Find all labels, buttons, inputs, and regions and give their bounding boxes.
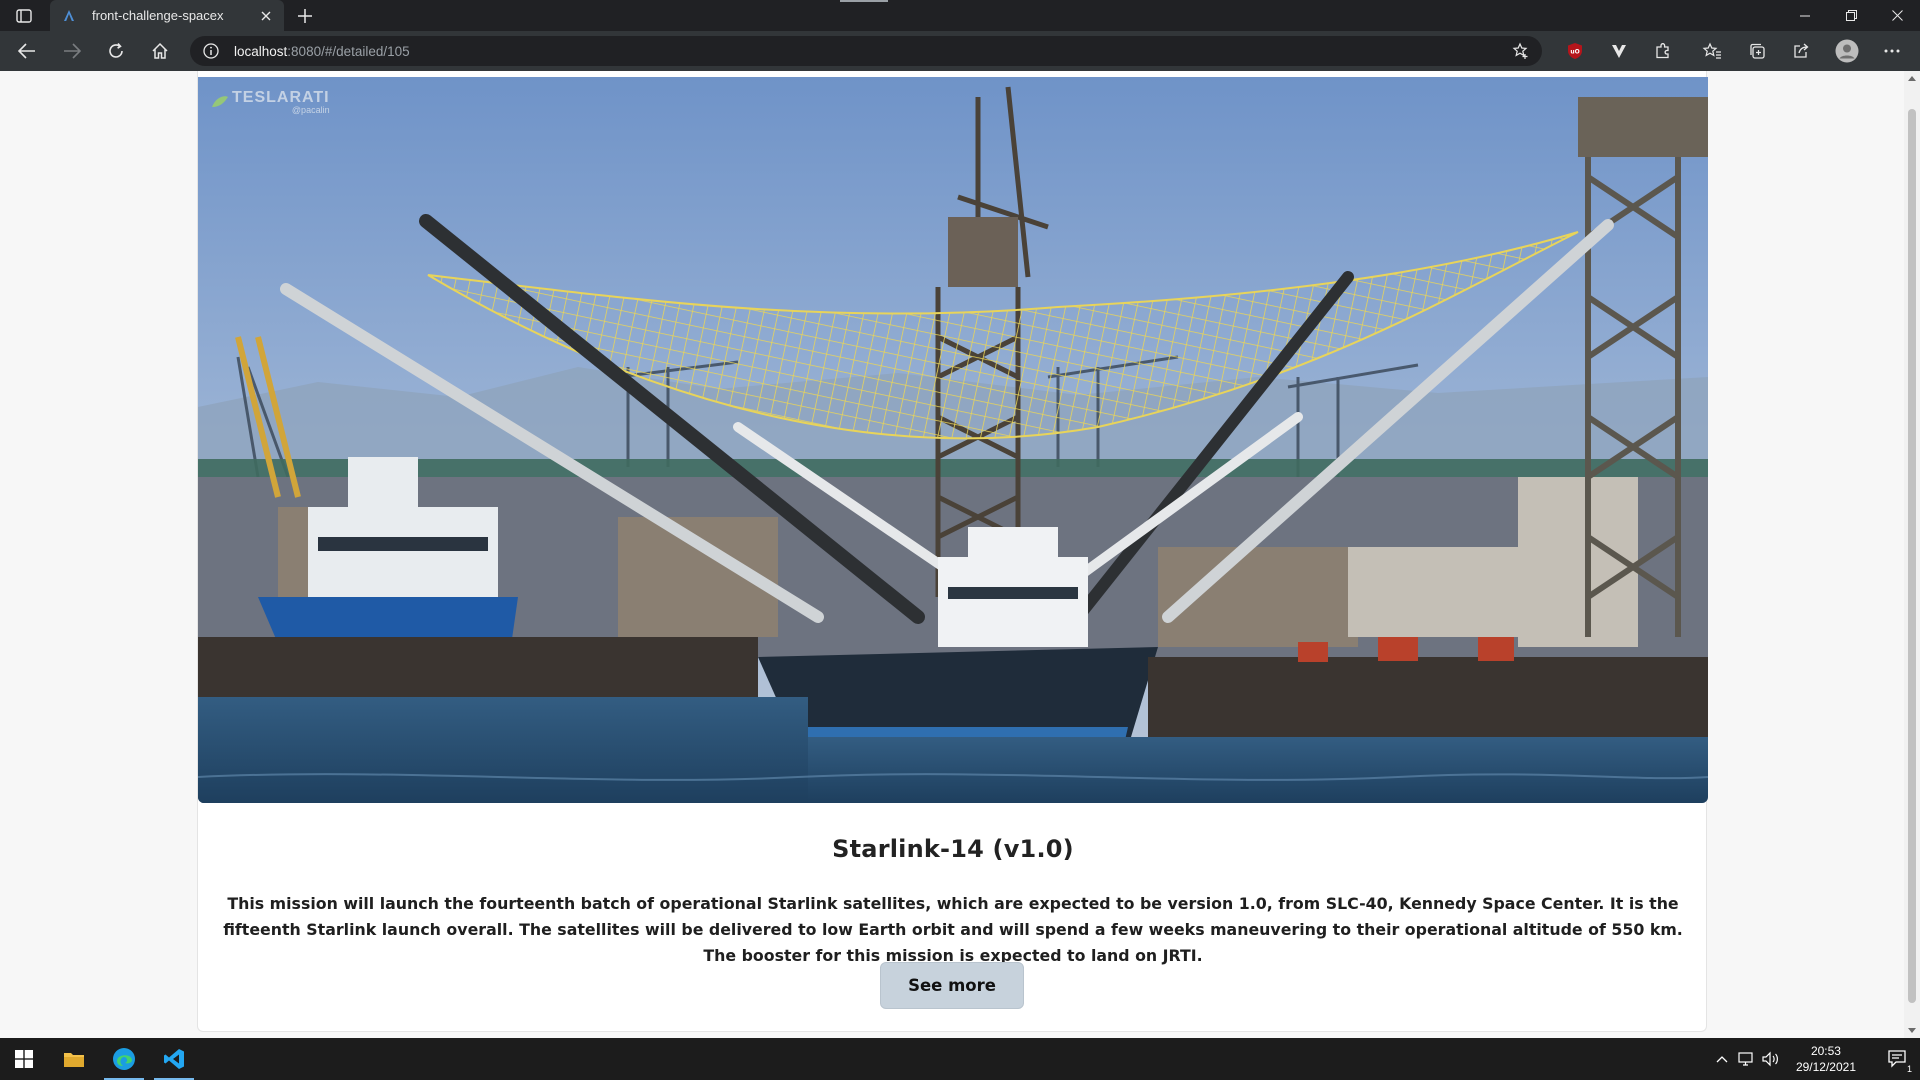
- scroll-down-icon[interactable]: [1908, 1028, 1916, 1034]
- restore-icon[interactable]: [1828, 0, 1874, 31]
- address-bar[interactable]: localhost:8080/#/detailed/105: [190, 36, 1542, 66]
- refresh-icon[interactable]: [104, 39, 128, 63]
- taskbar-clock[interactable]: 20:53 29/12/2021: [1796, 1043, 1856, 1075]
- svg-text:uO: uO: [1570, 49, 1579, 56]
- see-more-button[interactable]: See more: [880, 962, 1024, 1009]
- file-explorer-icon[interactable]: [50, 1038, 98, 1080]
- add-favorite-icon[interactable]: [1512, 42, 1530, 60]
- minimize-icon[interactable]: [1782, 0, 1828, 31]
- show-hidden-icons-chevron-icon[interactable]: [1710, 1047, 1734, 1071]
- tab-title: front-challenge-spacex: [92, 8, 224, 23]
- vpn-extension-icon[interactable]: [1607, 39, 1631, 63]
- profile-avatar-icon[interactable]: [1834, 38, 1860, 64]
- mission-title: Starlink-14 (v1.0): [832, 835, 1074, 863]
- start-windows-icon[interactable]: [0, 1038, 48, 1080]
- collections-icon[interactable]: [1745, 39, 1769, 63]
- scrollbar-thumb[interactable]: [1908, 109, 1916, 1003]
- tab-bar: front-challenge-spacex: [0, 0, 1920, 31]
- edge-browser-taskbar-icon[interactable]: [100, 1038, 148, 1080]
- extensions-icon[interactable]: [1651, 39, 1675, 63]
- site-info-icon[interactable]: [202, 42, 220, 60]
- ublock-extension-icon[interactable]: uO: [1563, 39, 1587, 63]
- clock-time: 20:53: [1810, 1044, 1841, 1058]
- favorites-icon[interactable]: [1700, 39, 1724, 63]
- system-tray: 20:53 29/12/2021: [1710, 1038, 1868, 1080]
- mission-card: TESLARATI @pacalin Starlink-14 (v1.0) Th…: [197, 71, 1708, 1032]
- new-tab-icon[interactable]: [294, 5, 316, 27]
- url-path: :8080/#/detailed/105: [287, 43, 410, 59]
- mission-description: This mission will launch the fourteenth …: [223, 894, 1683, 965]
- page-scrollbar[interactable]: [1904, 71, 1920, 1038]
- url-host: localhost: [234, 43, 288, 59]
- browser-tab-active[interactable]: front-challenge-spacex: [50, 0, 284, 31]
- hero-watermark: TESLARATI @pacalin: [232, 89, 330, 115]
- vscode-taskbar-icon[interactable]: [150, 1038, 198, 1080]
- clock-date: 29/12/2021: [1795, 1060, 1856, 1074]
- browser-toolbar: localhost:8080/#/detailed/105 uO: [0, 31, 1920, 71]
- volume-icon[interactable]: [1758, 1047, 1782, 1071]
- settings-more-icon[interactable]: [1880, 39, 1904, 63]
- mission-image: TESLARATI @pacalin: [198, 77, 1708, 803]
- network-icon[interactable]: [1734, 1047, 1758, 1071]
- forward-icon[interactable]: [60, 39, 84, 63]
- tab-actions-icon[interactable]: [12, 7, 36, 25]
- windows-taskbar: 20:53 29/12/2021 1: [0, 1038, 1920, 1080]
- close-window-icon[interactable]: [1874, 0, 1920, 31]
- scroll-up-icon[interactable]: [1908, 75, 1916, 81]
- page-viewport: TESLARATI @pacalin Starlink-14 (v1.0) Th…: [0, 71, 1920, 1038]
- notifications-icon[interactable]: 1: [1884, 1047, 1914, 1074]
- back-icon[interactable]: [15, 39, 39, 63]
- share-icon[interactable]: [1789, 39, 1813, 63]
- home-icon[interactable]: [148, 39, 172, 63]
- window-drag-indicator: [840, 0, 888, 2]
- window-controls: [1782, 0, 1920, 31]
- notification-count-badge: 1: [1904, 1064, 1914, 1074]
- tab-close-icon[interactable]: [258, 8, 274, 24]
- angular-favicon-icon: [64, 9, 74, 21]
- url-text: localhost:8080/#/detailed/105: [234, 44, 410, 59]
